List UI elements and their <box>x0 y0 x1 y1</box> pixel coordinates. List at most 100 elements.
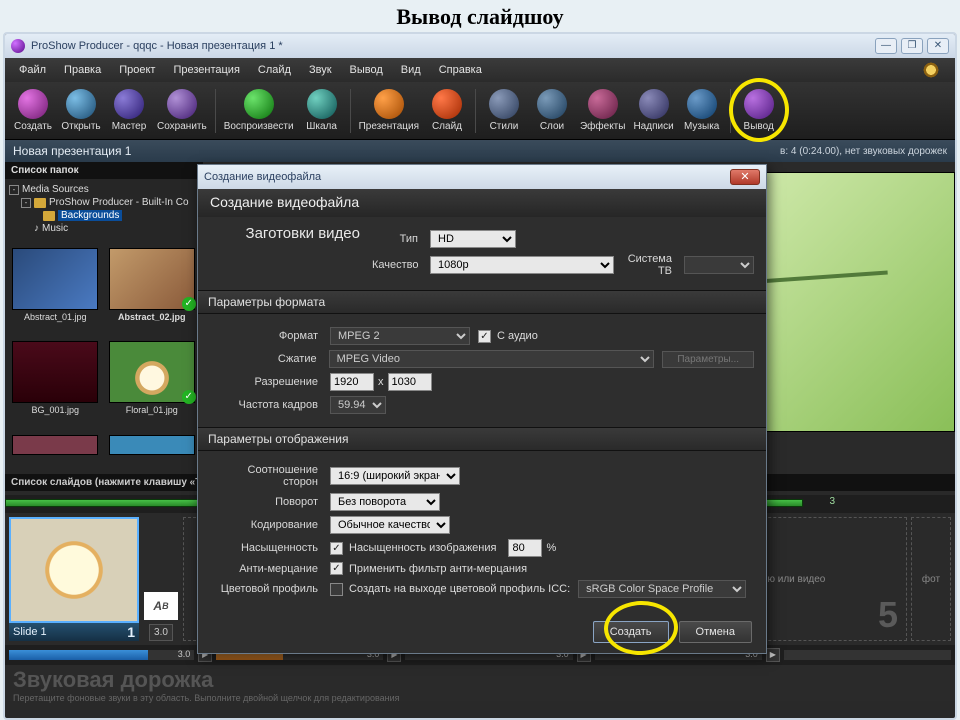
thumbnail-label: Floral_01.jpg <box>126 405 178 415</box>
titlebar: ProShow Producer - qqqc - Новая презента… <box>5 34 955 58</box>
slide-placeholder[interactable]: фот <box>911 517 951 641</box>
dialog-title: Создание видеофайла <box>204 171 321 183</box>
slide-number: 1 <box>127 624 135 640</box>
collapse-icon[interactable]: - <box>9 185 19 195</box>
transition[interactable]: AB 3.0 <box>143 517 179 641</box>
thumbnail[interactable]: ✓Abstract_02.jpg <box>106 249 199 336</box>
menu-view[interactable]: Вид <box>393 61 429 79</box>
transition-duration[interactable]: 3.0 <box>149 624 173 641</box>
toolbar-label: Эффекты <box>580 121 625 132</box>
transition-icon[interactable]: AB <box>144 592 178 620</box>
toolbar-pres-button[interactable]: Презентация <box>355 84 423 138</box>
aspect-label: Соотношение сторон <box>210 464 330 488</box>
thumbnail-label: BG_001.jpg <box>31 405 79 415</box>
tree-selected[interactable]: Backgrounds <box>58 210 122 221</box>
folder-tree[interactable]: -Media Sources -ProShow Producer - Built… <box>5 179 202 243</box>
folders-title: Список папок <box>5 162 202 179</box>
dialog-header: Создание видеофайла <box>198 189 766 217</box>
tree-root[interactable]: Media Sources <box>22 184 89 195</box>
folder-icon <box>43 211 55 221</box>
tree-music[interactable]: Music <box>42 223 68 234</box>
saturation-label: Насыщенность <box>210 542 330 554</box>
close-button[interactable]: ✕ <box>927 38 949 54</box>
saturation-checkbox-label: Насыщенность изображения <box>349 542 496 554</box>
thumbnail-image: ✓ <box>110 342 194 402</box>
toolbar-label: Мастер <box>112 121 147 132</box>
slide-icon <box>432 89 462 119</box>
quality-select[interactable]: 1080p <box>430 256 614 274</box>
toolbar-layers-button[interactable]: Слои <box>528 84 576 138</box>
app-icon <box>11 39 25 53</box>
toolbar-music-button[interactable]: Музыка <box>678 84 726 138</box>
placeholder-number: 5 <box>878 594 898 636</box>
icc-select[interactable]: sRGB Color Space Profile <box>578 580 746 598</box>
format-label: Формат <box>210 330 330 342</box>
thumbnail-image: ✓ <box>110 249 194 309</box>
check-icon: ✓ <box>182 390 196 404</box>
rotate-select[interactable]: Без поворота <box>330 493 440 511</box>
fps-select[interactable]: 59.94 <box>330 396 386 414</box>
dialog-titlebar[interactable]: Создание видеофайла ✕ <box>198 165 766 189</box>
toolbar-wizard-button[interactable]: Мастер <box>105 84 153 138</box>
toolbar-captions-button[interactable]: Надписи <box>629 84 677 138</box>
toolbar-play-button[interactable]: Воспроизвести <box>220 84 298 138</box>
minimize-button[interactable]: — <box>875 38 897 54</box>
cancel-button[interactable]: Отмена <box>679 621 752 643</box>
toolbar-save-button[interactable]: Сохранить <box>153 84 211 138</box>
thumbnail[interactable]: BG_001.jpg <box>9 342 102 429</box>
icc-label: Цветовой профиль <box>210 583 330 595</box>
resolution-height-input[interactable] <box>388 373 432 391</box>
thumbnail[interactable]: Abstract_01.jpg <box>9 249 102 336</box>
dialog-close-button[interactable]: ✕ <box>730 169 760 185</box>
resolution-width-input[interactable] <box>330 373 374 391</box>
play-icon <box>244 89 274 119</box>
toolbar-slide-button[interactable]: Слайд <box>423 84 471 138</box>
slide-card[interactable]: Slide 11 <box>9 517 139 641</box>
toolbar-scale-button[interactable]: Шкала <box>298 84 346 138</box>
menu-project[interactable]: Проект <box>111 61 163 79</box>
presets-label: Заготовки видео <box>210 225 372 282</box>
tv-select[interactable] <box>684 256 754 274</box>
encoding-select[interactable]: Обычное качество <box>330 516 450 534</box>
flicker-label: Анти-мерцание <box>210 563 330 575</box>
toolbar-styles-button[interactable]: Стили <box>480 84 528 138</box>
format-select[interactable]: MPEG 2 <box>330 327 470 345</box>
play-icon[interactable]: ▶ <box>766 648 780 662</box>
menu-help[interactable]: Справка <box>431 61 490 79</box>
toolbar-create-button[interactable]: Создать <box>9 84 57 138</box>
compression-select[interactable]: MPEG Video <box>329 350 655 368</box>
flicker-checkbox-label: Применить фильтр анти-мерцания <box>349 563 527 575</box>
thumbnail[interactable]: ✓ Floral_01.jpg <box>106 342 199 429</box>
maximize-button[interactable]: ❐ <box>901 38 923 54</box>
menu-slide[interactable]: Слайд <box>250 61 299 79</box>
audio-checkbox[interactable]: ✓ <box>478 330 491 343</box>
toolbar-open-button[interactable]: Открыть <box>57 84 105 138</box>
aspect-select[interactable]: 16:9 (широкий экран) <box>330 467 460 485</box>
pres-icon <box>374 89 404 119</box>
duration-value[interactable]: 3.0 <box>178 649 191 659</box>
menu-presentation[interactable]: Презентация <box>165 61 247 79</box>
saturation-input[interactable] <box>508 539 542 557</box>
presentation-info: в: 4 (0:24.00), нет звуковых дорожек <box>780 146 947 157</box>
tree-subfolder[interactable]: ProShow Producer - Built-In Co <box>49 197 189 208</box>
toolbar-effects-button[interactable]: Эффекты <box>576 84 629 138</box>
saturation-checkbox[interactable]: ✓ <box>330 542 343 555</box>
toolbar-label: Открыть <box>61 121 100 132</box>
icc-checkbox[interactable] <box>330 583 343 596</box>
collapse-icon[interactable]: - <box>21 198 31 208</box>
type-select[interactable]: HD <box>430 230 516 248</box>
toolbar-label: Вывод <box>744 121 774 132</box>
create-icon <box>18 89 48 119</box>
menu-output[interactable]: Вывод <box>342 61 391 79</box>
audio-track[interactable]: Звуковая дорожка Перетащите фоновые звук… <box>5 665 955 701</box>
styles-icon <box>489 89 519 119</box>
menu-edit[interactable]: Правка <box>56 61 109 79</box>
menu-file[interactable]: Файл <box>11 61 54 79</box>
create-button[interactable]: Создать <box>593 621 669 643</box>
thumbnails: Abstract_01.jpg✓Abstract_02.jpg BG_001.jp… <box>5 243 202 474</box>
display-section-header: Параметры отображения <box>198 427 766 451</box>
flicker-checkbox[interactable]: ✓ <box>330 562 343 575</box>
menu-sound[interactable]: Звук <box>301 61 340 79</box>
toolbar-output-button[interactable]: Вывод <box>735 84 783 138</box>
presentation-header: Новая презентация 1 в: 4 (0:24.00), нет … <box>5 140 955 162</box>
